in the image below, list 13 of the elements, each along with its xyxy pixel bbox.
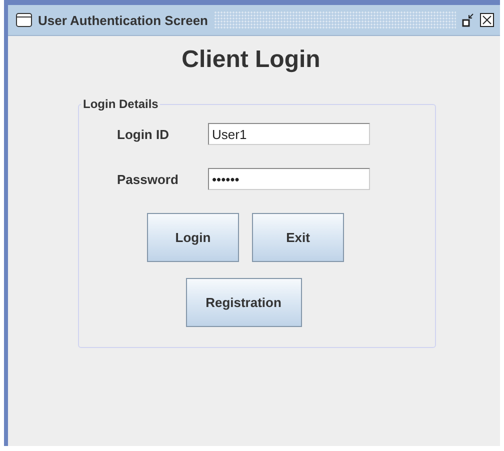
heading: Client Login — [182, 46, 320, 74]
input-field[interactable]: User1 — [208, 123, 370, 145]
group-title: Login Details — [82, 97, 160, 111]
window-title: User Authentication Screen — [38, 12, 208, 28]
button[interactable]: Login — [147, 213, 239, 262]
restore-icon[interactable] — [462, 13, 474, 27]
button[interactable]: Registration — [186, 278, 302, 327]
window-icon — [16, 13, 32, 27]
button[interactable]: Exit — [252, 213, 344, 262]
input-field[interactable]: •••••• — [208, 168, 370, 190]
close-icon[interactable] — [480, 13, 494, 27]
field-label: Password — [116, 172, 180, 186]
field-label: Login ID — [116, 126, 170, 142]
